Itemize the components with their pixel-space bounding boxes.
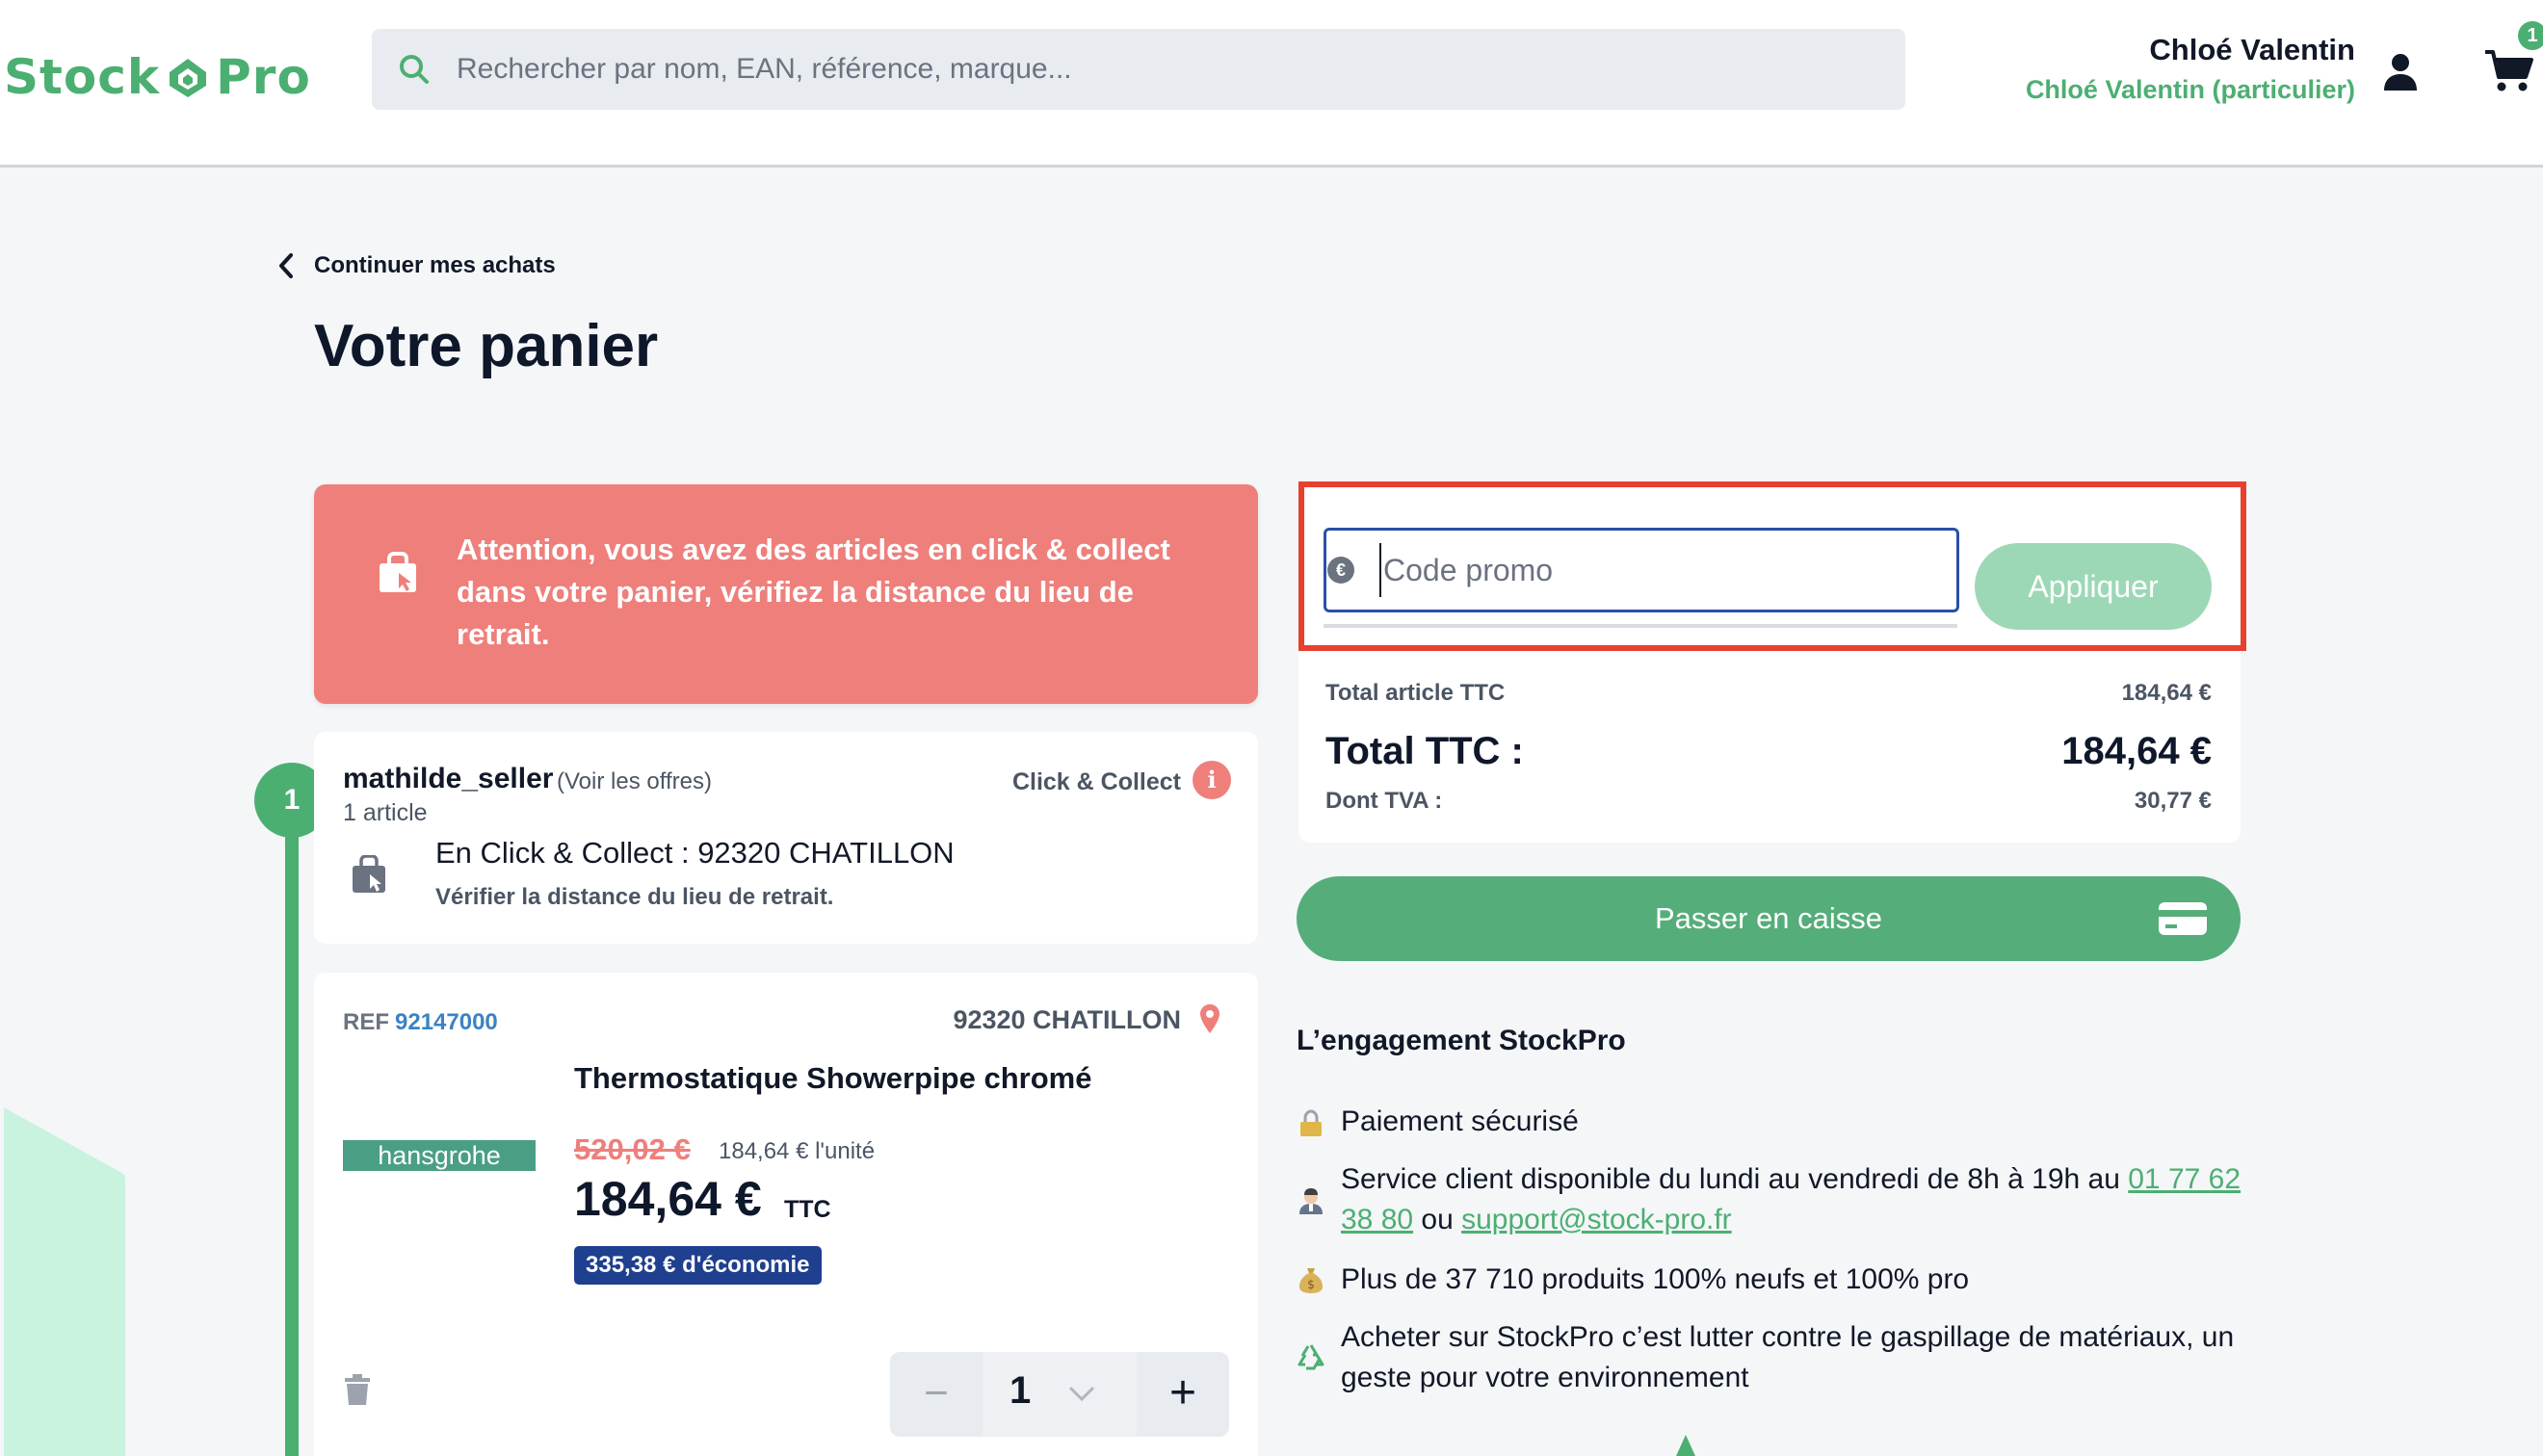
ref-label: REF	[343, 1009, 389, 1035]
search-icon	[400, 55, 429, 84]
seller-name[interactable]: mathilde_seller	[343, 763, 553, 795]
quantity-increase-button[interactable]: +	[1137, 1352, 1229, 1437]
customer-service-text: Service client disponible du lundi au ve…	[1341, 1163, 2242, 1235]
timeline-line	[285, 799, 299, 1456]
quantity-decrease-button[interactable]: −	[890, 1352, 983, 1437]
click-collect-address: En Click & Collect : 92320 CHATILLON	[435, 836, 955, 870]
verify-distance-note: Vérifier la distance du lieu de retrait.	[435, 884, 834, 910]
delivery-mode-label: Click & Collect	[1011, 768, 1181, 795]
apply-promo-button[interactable]: Appliquer	[1975, 543, 2212, 630]
promo-underline	[1324, 624, 1957, 628]
product-card: REF 92147000 92320 CHATILLON Thermostati…	[314, 973, 1258, 1456]
support-email-link[interactable]: support@stock-pro.fr	[1461, 1204, 1732, 1235]
user-account-type[interactable]: Chloé Valentin (particulier)	[2026, 75, 2355, 105]
product-location: 92320 CHATILLON	[953, 1005, 1181, 1034]
continue-shopping-link[interactable]: Continuer mes achats	[277, 252, 556, 279]
article-count: 1 article	[343, 799, 428, 826]
trash-icon[interactable]	[343, 1373, 372, 1406]
click-collect-alert: Attention, vous avez des articles en cli…	[314, 484, 1258, 704]
cart-icon[interactable]	[2483, 48, 2533, 94]
lock-icon	[1300, 1109, 1322, 1136]
credit-card-icon	[2159, 902, 2207, 935]
article-total-value: 184,64 €	[2121, 680, 2212, 706]
secure-payment-text: Paiement sécurisé	[1341, 1105, 1579, 1137]
search-input[interactable]	[457, 53, 1805, 86]
promo-code-input[interactable]	[1379, 543, 1938, 597]
product-reference[interactable]: 92147000	[395, 1009, 498, 1036]
product-count-text: Plus de 37 710 produits 100% neufs et 10…	[1341, 1263, 1970, 1295]
total-ttc-value: 184,64 €	[2061, 730, 2212, 772]
cart-count-badge: 1	[2518, 21, 2543, 50]
checkout-button[interactable]: Passer en caisse	[1297, 876, 2241, 961]
engagement-title: L’engagement StockPro	[1297, 1025, 1626, 1056]
svg-text:$: $	[1307, 1278, 1315, 1291]
page-title: Votre panier	[314, 313, 659, 379]
logo-house-icon	[166, 55, 210, 99]
article-total-label: Total article TTC	[1325, 680, 1506, 706]
continue-shopping-label: Continuer mes achats	[314, 252, 556, 278]
stockpro-logo[interactable]: Stock Pro	[4, 46, 311, 108]
euro-icon: €	[1327, 557, 1354, 584]
support-agent-icon	[1299, 1188, 1323, 1214]
chevron-down-icon	[1069, 1387, 1094, 1402]
anti-waste-text: Acheter sur StockPro c’est lutter contre…	[1341, 1321, 2235, 1393]
decorative-shape	[4, 1107, 125, 1456]
info-icon[interactable]: i	[1193, 761, 1231, 799]
decorative-tip	[1676, 1435, 1695, 1456]
alert-message: Attention, vous avez des articles en cli…	[457, 533, 1170, 651]
quantity-value: 1	[1009, 1369, 1032, 1412]
user-name[interactable]: Chloé Valentin	[2149, 33, 2355, 67]
user-icon[interactable]	[2379, 50, 2422, 92]
checkout-label: Passer en caisse	[1654, 901, 1883, 935]
vat-value: 30,77 €	[2134, 788, 2212, 814]
location-pin-icon	[1200, 1004, 1219, 1033]
unit-price: 184,64 € l'unité	[719, 1138, 876, 1164]
saving-badge: 335,38 € d'économie	[574, 1246, 822, 1285]
brand-logo: hansgrohe	[343, 1140, 536, 1171]
price-tax-suffix: TTC	[784, 1196, 831, 1223]
recycle-icon	[1298, 1344, 1324, 1370]
vat-label: Dont TVA :	[1325, 788, 1443, 814]
see-offers-link[interactable]: (Voir les offres)	[557, 768, 712, 795]
search-bar[interactable]	[372, 29, 1905, 110]
product-price: 184,64 €	[574, 1172, 762, 1226]
old-price: 520,02 €	[574, 1132, 691, 1166]
chevron-left-icon	[279, 253, 293, 278]
seller-card: mathilde_seller (Voir les offres) 1 arti…	[314, 732, 1258, 944]
total-ttc-label: Total TTC :	[1325, 730, 1524, 772]
product-title[interactable]: Thermostatique Showerpipe chromé	[574, 1061, 1091, 1096]
money-bag-icon: $	[1299, 1268, 1323, 1293]
click-collect-bag-icon	[353, 855, 385, 893]
quantity-select[interactable]: 1	[983, 1352, 1137, 1437]
click-collect-bag-icon	[380, 552, 416, 592]
top-header: Stock Pro Chloé Valentin Chloé Valentin …	[0, 0, 2543, 168]
quantity-stepper: − 1 +	[890, 1352, 1229, 1437]
